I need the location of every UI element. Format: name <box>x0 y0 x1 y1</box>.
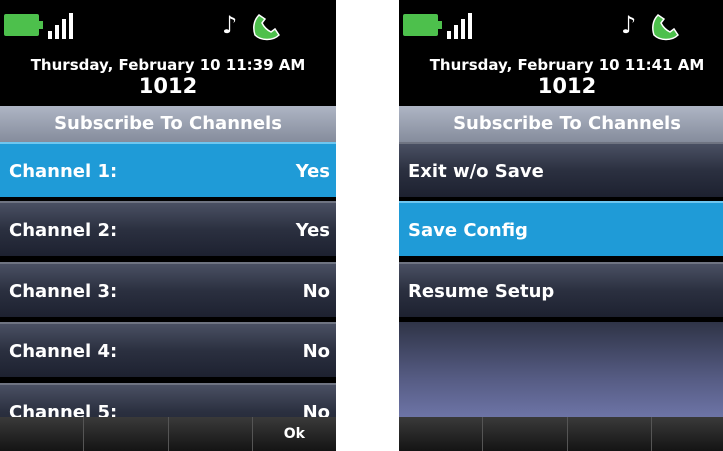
softkey-1[interactable] <box>399 417 484 451</box>
row-value: Yes <box>295 161 330 182</box>
battery-icon <box>403 14 442 36</box>
extension-number: 1012 <box>138 74 198 98</box>
row-label: Exit w/o Save <box>408 161 544 182</box>
row-label: Channel 4: <box>9 341 118 362</box>
softkey-bar: Ok <box>0 417 336 451</box>
row-value: No <box>302 281 330 302</box>
header: Thursday, February 10 11:41 AM 1012 <box>399 52 723 102</box>
softkey-2[interactable] <box>84 417 169 451</box>
phone-screen-right: ♪ Thursday, February 10 11:41 AM 1012 Su… <box>399 0 723 451</box>
datetime-text: Thursday, February 10 11:39 AM <box>30 56 306 74</box>
datetime-text: Thursday, February 10 11:41 AM <box>429 56 705 74</box>
screen-title: Subscribe To Channels <box>0 106 336 142</box>
row-label: Channel 3: <box>9 281 118 302</box>
phone-icon <box>652 14 679 41</box>
music-note-icon: ♪ <box>621 11 637 39</box>
row-label: Save Config <box>408 220 528 241</box>
row-label: Resume Setup <box>408 281 555 302</box>
softkey-3[interactable] <box>568 417 652 451</box>
row-label: Channel 1: <box>9 161 118 182</box>
header: Thursday, February 10 11:39 AM 1012 <box>0 52 336 102</box>
signal-icon <box>447 13 487 39</box>
resume-setup-item[interactable]: Resume Setup <box>399 262 723 317</box>
channel-row-2[interactable]: Channel 2: Yes <box>0 201 336 256</box>
screen-title: Subscribe To Channels <box>399 106 723 142</box>
status-bar: ♪ <box>0 0 336 52</box>
channel-row-4[interactable]: Channel 4: No <box>0 322 336 377</box>
phone-screen-left: ♪ Thursday, February 10 11:39 AM 1012 Su… <box>0 0 336 451</box>
row-label: Channel 2: <box>9 220 118 241</box>
softkey-bar <box>399 417 723 451</box>
extension-number: 1012 <box>537 74 597 98</box>
battery-icon <box>4 14 43 36</box>
save-config-item[interactable]: Save Config <box>399 201 723 256</box>
signal-icon <box>48 13 88 39</box>
softkey-3[interactable] <box>169 417 253 451</box>
softkey-4[interactable] <box>652 417 723 451</box>
channel-row-3[interactable]: Channel 3: No <box>0 262 336 317</box>
softkey-2[interactable] <box>483 417 568 451</box>
status-bar: ♪ <box>399 0 723 52</box>
phone-icon <box>253 14 280 41</box>
softkey-1[interactable] <box>0 417 85 451</box>
channel-row-1[interactable]: Channel 1: Yes <box>0 142 336 197</box>
row-value: No <box>302 341 330 362</box>
ok-softkey[interactable]: Ok <box>253 417 336 451</box>
music-note-icon: ♪ <box>222 11 238 39</box>
row-value: Yes <box>295 220 330 241</box>
empty-list-area <box>399 322 723 417</box>
exit-without-save-item[interactable]: Exit w/o Save <box>399 142 723 197</box>
